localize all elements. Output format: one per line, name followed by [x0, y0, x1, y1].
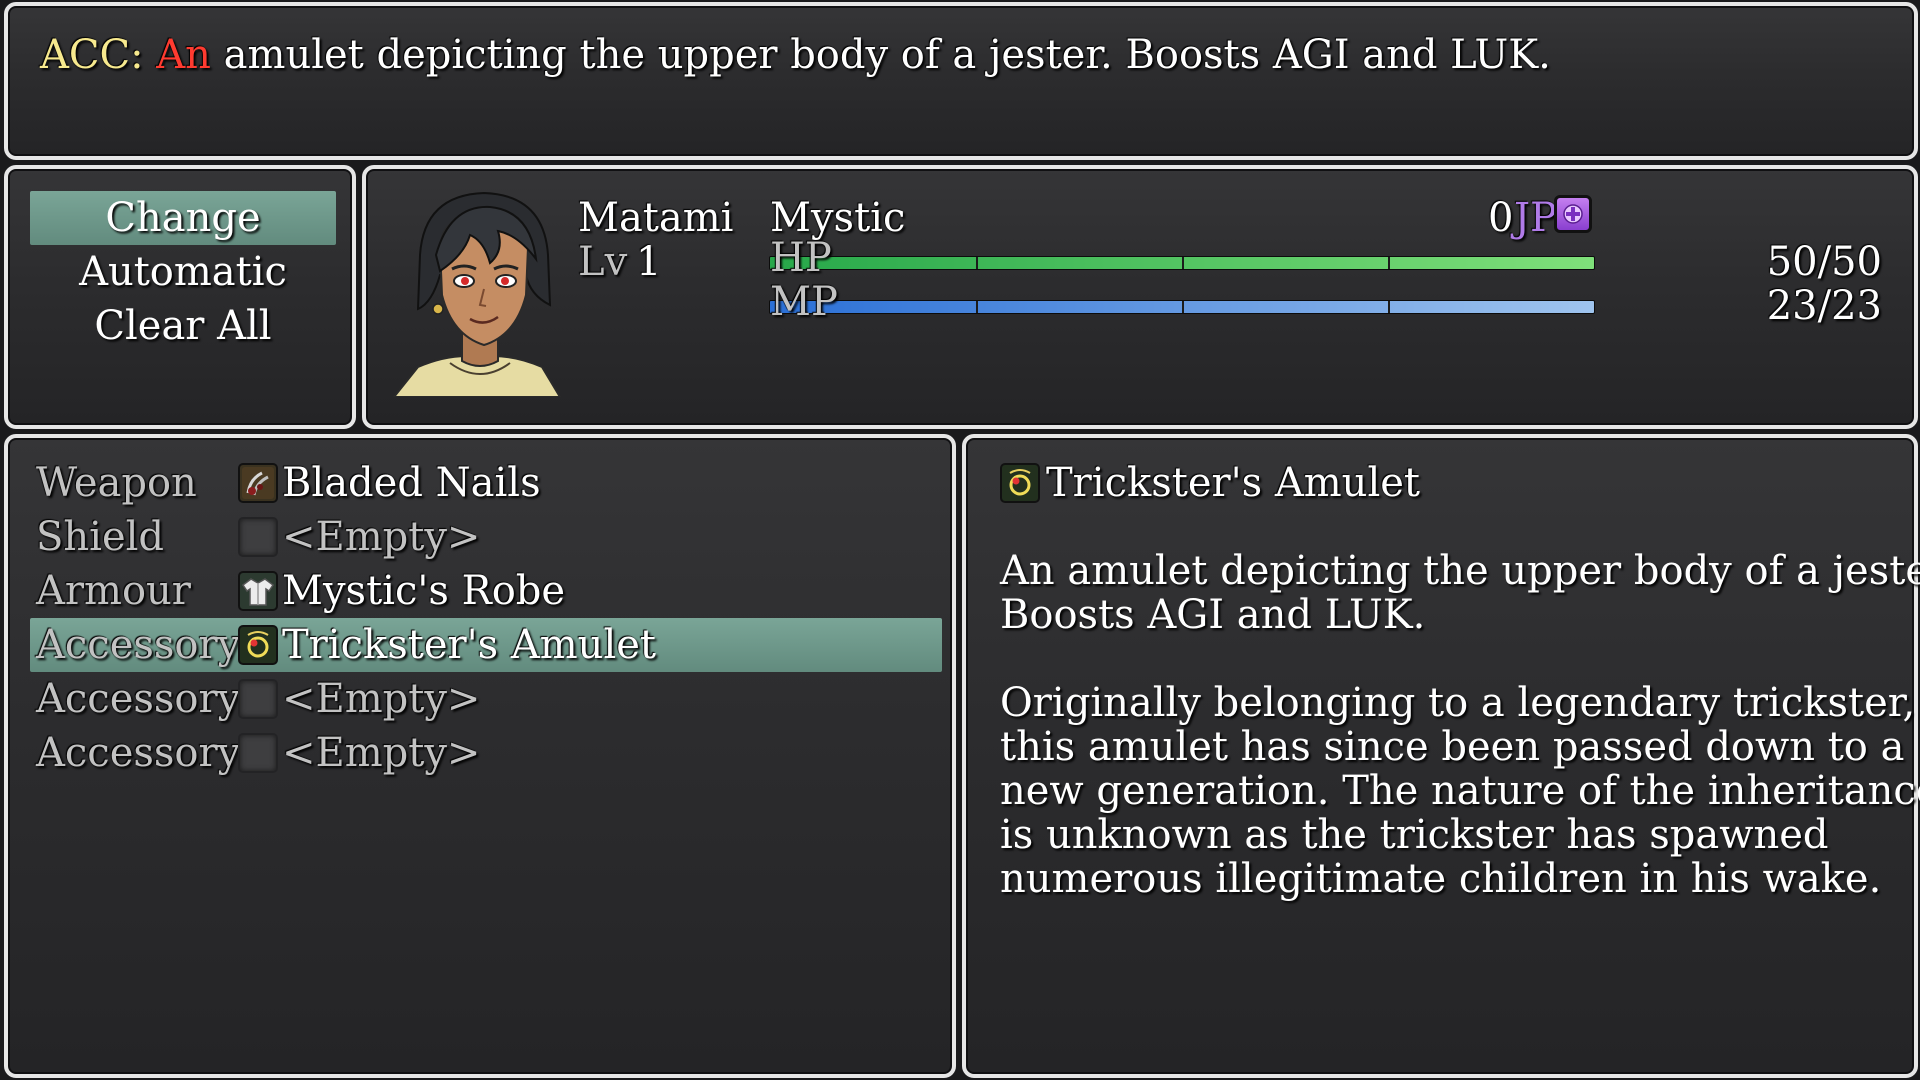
jp-label: JP: [1514, 195, 1557, 241]
slot-row-shield[interactable]: Shield <Empty>: [30, 510, 942, 564]
slot-type-label: Shield: [36, 514, 165, 560]
slot-type-label: Armour: [36, 568, 191, 614]
help-prefix: ACC:: [40, 32, 144, 78]
robe-icon: [238, 571, 278, 611]
help-text: ACC: An amulet depicting the upper body …: [40, 28, 1551, 82]
slot-item-name: Bladed Nails: [282, 460, 541, 506]
jp-icon: [1554, 195, 1592, 233]
slot-item-name: <Empty>: [282, 514, 481, 560]
clear-all-command-label: Clear All: [94, 303, 272, 349]
help-description: amulet depicting the upper body of a jes…: [223, 32, 1551, 78]
empty-slot-icon: [238, 679, 278, 719]
command-window: Change Automatic Clear All: [4, 165, 356, 429]
slot-row-armour[interactable]: Armour Mystic's Robe: [30, 564, 942, 618]
help-highlight: An: [156, 32, 211, 78]
jp-value: 0: [1488, 195, 1514, 241]
automatic-command-label: Automatic: [79, 249, 287, 295]
mp-label: MP: [770, 279, 838, 325]
level-value: 1: [636, 239, 662, 285]
empty-slot-icon: [238, 517, 278, 557]
slot-type-label: Weapon: [36, 460, 197, 506]
clear-all-command[interactable]: Clear All: [30, 299, 336, 353]
equip-slot-window: Weapon Bladed Nails Shield <Empty> Armou…: [4, 434, 956, 1078]
slot-item-name: Trickster's Amulet: [282, 622, 656, 668]
actor-status-window: Matami Lv 1 Mystic 0 JP HP 50/50 MP 23/2…: [362, 165, 1918, 429]
empty-slot-icon: [238, 733, 278, 773]
amulet-icon: [238, 625, 278, 665]
change-command[interactable]: Change: [30, 191, 336, 245]
help-window: ACC: An amulet depicting the upper body …: [4, 2, 1918, 160]
mp-gauge: [770, 301, 1594, 313]
slot-item-name: <Empty>: [282, 676, 481, 722]
amulet-icon: [1000, 463, 1040, 503]
claw-icon: [238, 463, 278, 503]
character-portrait: [392, 191, 562, 397]
slot-type-label: Accessory: [36, 676, 241, 722]
item-info-window: Trickster's Amulet An amulet depicting t…: [962, 434, 1920, 1078]
info-item-name: Trickster's Amulet: [1046, 460, 1420, 506]
change-command-label: Change: [105, 195, 261, 241]
slot-row-weapon[interactable]: Weapon Bladed Nails: [30, 456, 942, 510]
description-line: Boosts AGI and LUK.: [1000, 592, 1426, 638]
description-line: numerous illegitimate children in his wa…: [1000, 856, 1882, 902]
slot-row-accessory-3[interactable]: Accessory <Empty>: [30, 726, 942, 780]
slot-row-accessory-1[interactable]: Accessory Trickster's Amulet: [30, 618, 942, 672]
mp-value: 23/23: [1766, 283, 1882, 329]
automatic-command[interactable]: Automatic: [30, 245, 336, 299]
slot-item-name: <Empty>: [282, 730, 481, 776]
slot-type-label: Accessory: [36, 730, 241, 776]
slot-type-label: Accessory: [36, 622, 241, 668]
hp-gauge: [770, 257, 1594, 269]
level-label: Lv: [578, 239, 628, 285]
slot-row-accessory-2[interactable]: Accessory <Empty>: [30, 672, 942, 726]
slot-item-name: Mystic's Robe: [282, 568, 566, 614]
